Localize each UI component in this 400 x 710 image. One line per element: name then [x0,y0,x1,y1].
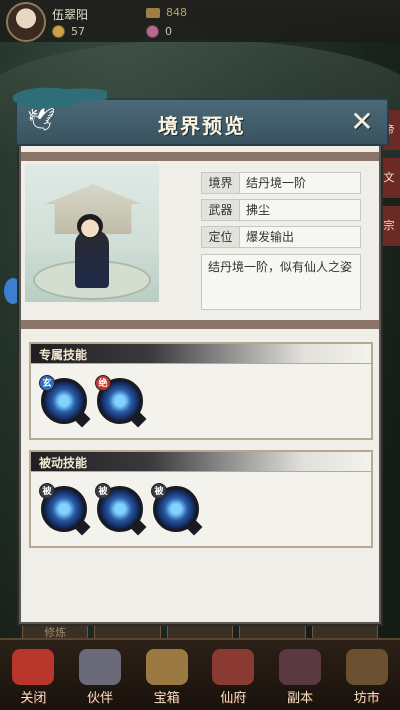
character-body [75,230,109,288]
scroll-icon [146,7,160,18]
exclusive-skills-panel: 专属技能 玄 绝 [29,342,373,440]
nav-label: 宝箱 [153,691,180,706]
skill-tag: 被 [39,483,55,499]
jade-icon [146,24,159,38]
exclusive-skill-1[interactable]: 玄 [39,375,91,428]
dialog-header: 🕊 境界预览 ✕ [7,80,389,146]
treasure-chest-icon [145,649,188,685]
info-key: 武器 [201,199,239,221]
passive-skills-panel: 被动技能 被 被 被 [29,450,373,548]
passive-skills-list: 被 被 被 [31,472,371,540]
character-head [77,214,103,238]
character-portrait [25,164,159,302]
partners-icon [78,649,121,685]
skill-corner-ornament [129,410,147,428]
nav-label: 副本 [286,691,313,706]
nav-dungeon-button[interactable]: 副本 [271,644,329,706]
skill-tag: 绝 [95,375,111,391]
passive-skill-2[interactable]: 被 [95,483,147,536]
top-status-bar: 伍翠阳 57 0 848 [0,0,400,42]
divider-top [21,152,379,161]
side-button-3[interactable]: 宗 [378,206,400,246]
nav-label: 坊市 [353,691,380,706]
exclusive-skills-header: 专属技能 [31,344,371,364]
realm-description: 结丹境一阶，似有仙人之姿 [201,254,361,310]
exclusive-skill-2[interactable]: 绝 [95,375,147,428]
info-value: 爆发输出 [239,226,361,248]
nav-market-button[interactable]: 坊市 [338,644,396,706]
passive-skills-title: 被动技能 [39,456,88,470]
skill-corner-ornament [73,518,91,536]
info-row-weapon: 武器 拂尘 [201,199,361,221]
bottom-nav: 关闭 伙伴 宝箱 仙府 副本 坊市 [0,638,400,710]
nav-label: 关闭 [20,691,47,706]
nav-close-button[interactable]: 关闭 [4,644,62,706]
info-value: 结丹境一阶 [239,172,361,194]
scroll-count: 848 [166,6,187,19]
coin-icon [52,24,65,38]
mansion-icon [212,649,255,685]
nav-partners-button[interactable]: 伙伴 [71,644,129,706]
skill-corner-ornament [185,518,203,536]
info-key: 境界 [201,172,239,194]
skill-corner-ornament [73,410,91,428]
jade-count: 0 [165,24,172,38]
nav-label: 仙府 [220,691,247,706]
passive-skill-3[interactable]: 被 [151,483,203,536]
skill-tag: 玄 [39,375,55,391]
info-row-realm: 境界 结丹境一阶 [201,172,361,194]
passive-skill-1[interactable]: 被 [39,483,91,536]
jade-resource: 0 [146,24,172,38]
skill-corner-ornament [129,518,147,536]
info-value: 拂尘 [239,199,361,221]
nav-mansion-button[interactable]: 仙府 [204,644,262,706]
divider-middle [21,320,379,329]
pine-ornament-icon [7,80,107,110]
close-button[interactable]: ✕ [347,108,377,138]
coin-resource: 57 [52,24,85,38]
close-nav-icon [12,649,55,685]
skill-tag: 被 [151,483,167,499]
player-avatar[interactable] [6,2,46,42]
nav-label: 伙伴 [86,691,113,706]
side-button-2[interactable]: 文 [378,158,400,198]
nav-chest-button[interactable]: 宝箱 [138,644,196,706]
exclusive-skills-list: 玄 绝 [31,364,371,432]
realm-preview-dialog: 🕊 境界预览 ✕ 境界 结丹境一阶 武器 拂尘 定位 爆发输出 结丹境一阶，似有… [7,80,389,624]
realm-info: 境界 结丹境一阶 武器 拂尘 定位 爆发输出 [201,172,361,253]
scroll-resource: 848 [146,6,187,19]
exclusive-skills-title: 专属技能 [39,348,88,362]
info-row-role: 定位 爆发输出 [201,226,361,248]
player-name: 伍翠阳 [52,8,89,22]
info-key: 定位 [201,226,239,248]
market-icon [345,649,388,685]
passive-skills-header: 被动技能 [31,452,371,472]
dialog-title: 境界预览 [158,114,246,138]
coin-count: 57 [71,24,85,38]
skill-tag: 被 [95,483,111,499]
dungeon-icon [278,649,321,685]
